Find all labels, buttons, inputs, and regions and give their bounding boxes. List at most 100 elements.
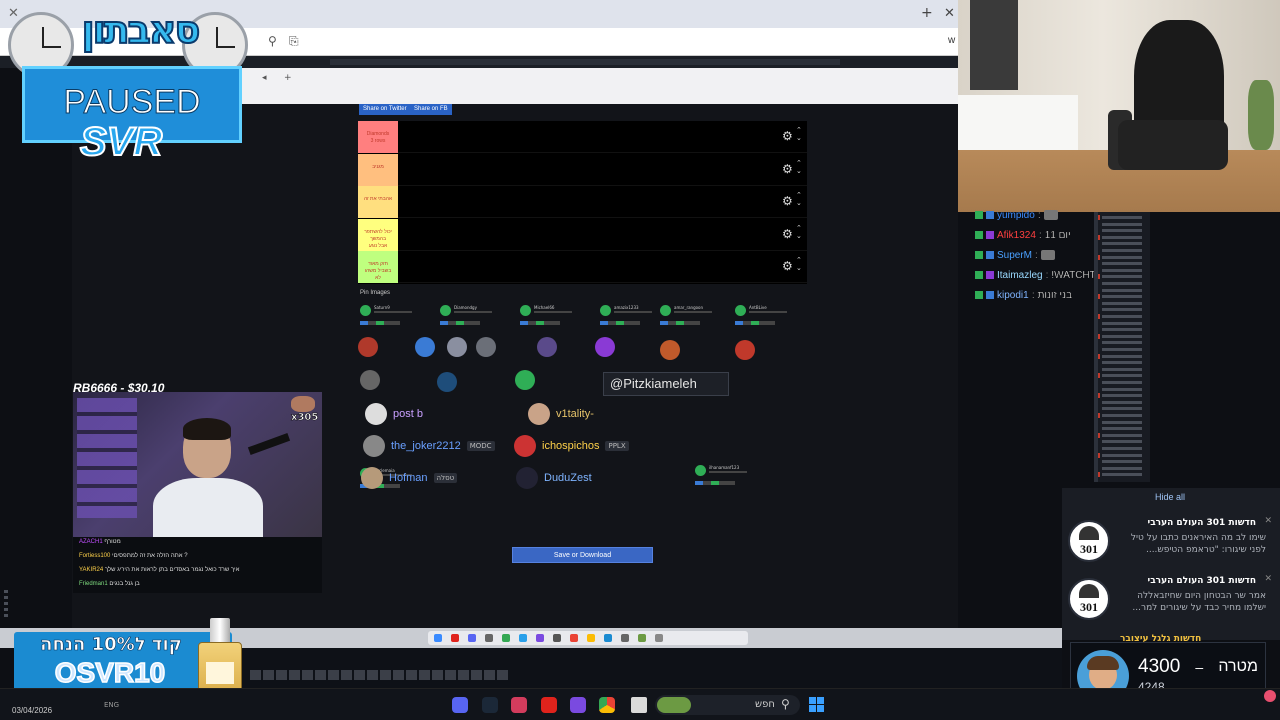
gear-icon[interactable]: ⚙ [782, 227, 793, 241]
share-fb-button[interactable]: Share on FB [410, 104, 452, 115]
language-indicator[interactable]: ENG [104, 701, 119, 709]
user-entry[interactable]: DuduZest [516, 467, 592, 489]
timeline-clip[interactable] [367, 670, 378, 680]
app-icon[interactable] [541, 697, 557, 713]
dock-app-icon[interactable] [570, 634, 578, 642]
save-download-button[interactable]: Save or Download [512, 547, 653, 563]
scroll-handle[interactable] [4, 590, 10, 630]
timeline-clip[interactable] [419, 670, 430, 680]
notification-card[interactable]: 301 חדשות 301 העולם הערבי שימו לב מה האירא… [1066, 516, 1276, 570]
timeline-clip[interactable] [497, 670, 508, 680]
chat-username[interactable]: kipodi1 [997, 290, 1029, 301]
dock-app-icon[interactable] [502, 634, 510, 642]
pool-image[interactable]: amazix1233 [600, 305, 656, 331]
user-entry[interactable]: v1tality- [528, 403, 594, 425]
pool-emote[interactable] [447, 337, 467, 357]
timeline-clip[interactable] [276, 670, 287, 680]
chrome-icon[interactable] [599, 697, 615, 713]
gear-icon[interactable]: ⚙ [782, 129, 793, 143]
pool-emote[interactable] [595, 337, 615, 357]
pool-image[interactable]: ilhanamanf123 [695, 465, 751, 491]
timeline-clip[interactable] [289, 670, 300, 680]
reorder-arrows-icon[interactable]: ⌃ ⌄ [796, 159, 802, 175]
chat-username[interactable]: yumpido [997, 210, 1035, 221]
timeline-clip[interactable] [484, 670, 495, 680]
close-icon[interactable]: ✕ [8, 6, 19, 21]
dock-app-icon[interactable] [519, 634, 527, 642]
file-explorer-icon[interactable] [631, 697, 647, 713]
pool-emote[interactable] [358, 337, 378, 357]
notification-card[interactable]: 301 חדשות 301 העולם הערבי אמר שר הבטחון הי… [1066, 574, 1276, 628]
window-close-icon[interactable]: ✕ [944, 6, 955, 21]
reorder-arrows-icon[interactable]: ⌃ ⌄ [796, 126, 802, 142]
side-scrollbar[interactable] [1094, 212, 1098, 482]
tier-label[interactable]: Diamonds 3 rows [358, 121, 398, 153]
timeline-clip[interactable] [406, 670, 417, 680]
reorder-arrows-icon[interactable]: ⌃ ⌄ [796, 256, 802, 272]
chat-username[interactable]: Itaimazleg [997, 270, 1043, 281]
timeline-clip[interactable] [380, 670, 391, 680]
hide-all-button[interactable]: Hide all [1155, 492, 1185, 502]
pool-image[interactable]: Michael66 [520, 305, 576, 331]
pool-image[interactable]: Diamondgy [440, 305, 496, 331]
reorder-arrows-icon[interactable]: ⌃ ⌄ [796, 224, 802, 240]
user-entry[interactable]: the_joker2212 MODC [363, 435, 495, 457]
user-entry[interactable]: post b [365, 403, 423, 425]
discord-icon[interactable] [452, 697, 468, 713]
tier-label[interactable]: יכול להשתפר בהמשך אבל נוגע [358, 218, 398, 251]
timeline-clip[interactable] [302, 670, 313, 680]
pool-image[interactable]: Saturn9 [360, 305, 416, 331]
dock-app-icon[interactable] [434, 634, 442, 642]
close-icon[interactable]: ✕ [1264, 516, 1272, 526]
obs-icon[interactable] [511, 697, 527, 713]
pool-emote[interactable] [415, 337, 435, 357]
pool-emote[interactable] [537, 337, 557, 357]
timeline-clip[interactable] [328, 670, 339, 680]
chat-username[interactable]: Afik1324 [997, 230, 1036, 241]
windows-start-icon[interactable] [809, 697, 824, 712]
menu-icon[interactable]: + [284, 73, 292, 83]
pool-emote[interactable] [476, 337, 496, 357]
close-icon[interactable]: ✕ [1264, 574, 1272, 584]
share-twitter-button[interactable]: Share on Twitter [359, 104, 411, 115]
taskbar-search[interactable]: חפש ⚲ [655, 695, 800, 715]
dock-app-icon[interactable] [655, 634, 663, 642]
tier-label[interactable]: אהבתי את זה [358, 186, 398, 218]
dock-app-icon[interactable] [553, 634, 561, 642]
pool-emote[interactable] [735, 340, 755, 360]
pool-emote[interactable] [437, 372, 457, 392]
gear-icon[interactable]: ⚙ [782, 259, 793, 273]
dock-app-icon[interactable] [604, 634, 612, 642]
dock-app-icon[interactable] [468, 634, 476, 642]
search-icon[interactable]: ⚲ [268, 34, 277, 48]
user-entry[interactable]: ichospichos PPLX [514, 435, 629, 457]
pool-emote[interactable] [660, 340, 680, 360]
timeline-clip[interactable] [445, 670, 456, 680]
timeline-clip[interactable] [250, 670, 261, 680]
dock-app-icon[interactable] [621, 634, 629, 642]
timeline-clip[interactable] [458, 670, 469, 680]
pool-image[interactable]: amar_rangoon [660, 305, 716, 331]
dock-app-icon[interactable] [485, 634, 493, 642]
pool-image[interactable]: AntBLive [735, 305, 791, 331]
dock-app-icon[interactable] [587, 634, 595, 642]
timeline-clip[interactable] [354, 670, 365, 680]
timeline-clip[interactable] [432, 670, 443, 680]
tier-label[interactable]: מגניב [358, 153, 398, 186]
pool-emote[interactable] [360, 370, 380, 390]
dock-app-icon[interactable] [638, 634, 646, 642]
user-entry[interactable]: Hofman טסלה [361, 467, 458, 489]
notification-badge[interactable] [1264, 690, 1276, 702]
new-tab-icon[interactable]: + [921, 5, 933, 21]
timeline-clip[interactable] [263, 670, 274, 680]
dock-app-icon[interactable] [451, 634, 459, 642]
twitch-icon[interactable] [570, 697, 586, 713]
tier-label[interactable]: חזק מאוד בשביל משהו לא [358, 251, 398, 283]
gear-icon[interactable]: ⚙ [782, 194, 793, 208]
steam-icon[interactable] [482, 697, 498, 713]
chat-username[interactable]: SuperM [997, 250, 1032, 261]
timeline-clip[interactable] [341, 670, 352, 680]
timeline-clip[interactable] [315, 670, 326, 680]
dock-app-icon[interactable] [536, 634, 544, 642]
back-icon[interactable]: ◂ [262, 73, 267, 83]
